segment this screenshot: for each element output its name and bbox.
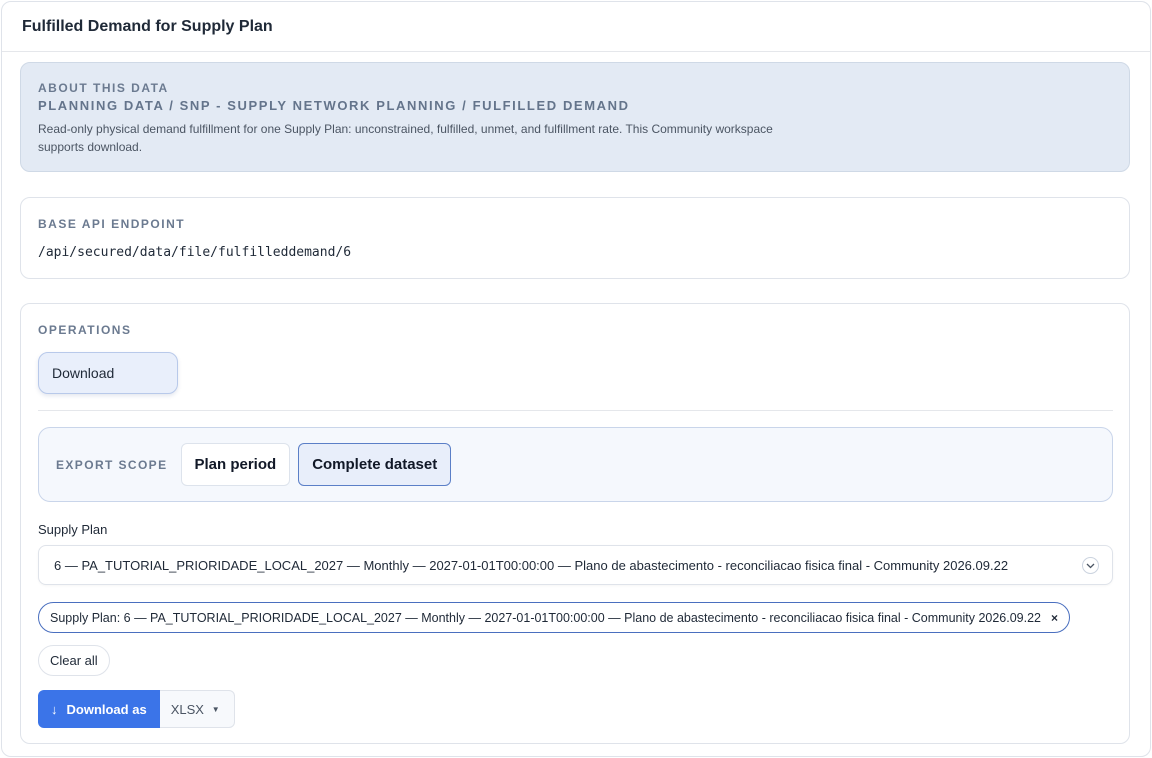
about-eyebrow: ABOUT THIS DATA (38, 81, 169, 95)
supply-plan-label: Supply Plan (38, 522, 108, 537)
divider (38, 410, 1113, 411)
base-api-endpoint-card: BASE API ENDPOINT /api/secured/data/file… (20, 197, 1130, 279)
endpoint-label: BASE API ENDPOINT (38, 217, 186, 231)
about-description: Read-only physical demand fulfillment fo… (38, 122, 773, 154)
about-data-path: PLANNING DATA / SNP - SUPPLY NETWORK PLA… (38, 98, 630, 113)
endpoint-value: /api/secured/data/file/fulfilleddemand/6 (38, 245, 352, 260)
caret-down-icon: ▼ (211, 704, 220, 714)
clear-all-button[interactable]: Clear all (38, 645, 110, 676)
chip-label: Supply Plan: 6 — PA_TUTORIAL_PRIORIDADE_… (50, 610, 1042, 625)
panel-header: Fulfilled Demand for Supply Plan (2, 2, 1150, 52)
download-row: ↓ Download as XLSX ▼ (38, 690, 1113, 728)
download-as-label: Download as (66, 701, 147, 717)
scope-plan-period-button[interactable]: Plan period (180, 443, 291, 486)
scope-complete-dataset-button[interactable]: Complete dataset (298, 443, 452, 486)
supply-plan-select[interactable]: 6 — PA_TUTORIAL_PRIORIDADE_LOCAL_2027 — … (38, 545, 1113, 585)
arrow-down-icon: ↓ (51, 701, 58, 717)
operations-card: OPERATIONS Download EXPORT SCOPE Plan pe… (20, 303, 1130, 744)
panel-title: Fulfilled Demand for Supply Plan (22, 17, 273, 35)
export-scope-box: EXPORT SCOPE Plan period Complete datase… (38, 427, 1113, 502)
download-as-button[interactable]: ↓ Download as (38, 690, 160, 728)
chevron-down-icon[interactable] (1082, 557, 1099, 574)
supply-plan-selected-value: 6 — PA_TUTORIAL_PRIORIDADE_LOCAL_2027 — … (54, 557, 1009, 573)
format-value: XLSX (170, 701, 204, 717)
tab-download[interactable]: Download (38, 352, 178, 394)
format-select[interactable]: XLSX ▼ (159, 690, 235, 728)
close-icon[interactable]: × (1051, 611, 1058, 625)
operations-label: OPERATIONS (38, 323, 132, 337)
export-scope-label: EXPORT SCOPE (56, 457, 168, 472)
supply-plan-filter-chip: Supply Plan: 6 — PA_TUTORIAL_PRIORIDADE_… (38, 602, 1071, 633)
about-this-data-box: ABOUT THIS DATA PLANNING DATA / SNP - SU… (20, 62, 1130, 172)
